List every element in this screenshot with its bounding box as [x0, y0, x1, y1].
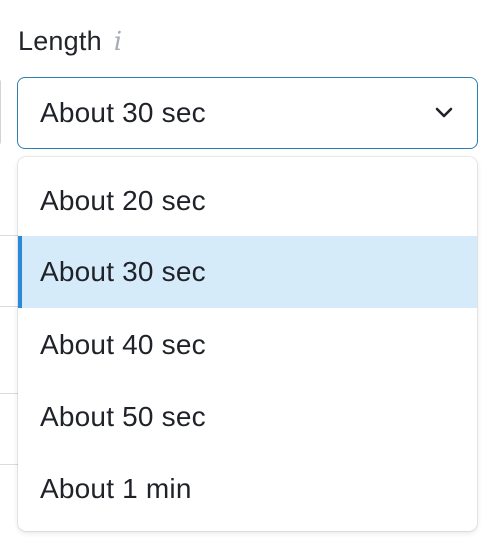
option-about-30-sec[interactable]: About 30 sec [18, 236, 477, 308]
chevron-down-icon [433, 102, 455, 124]
option-about-40-sec[interactable]: About 40 sec [18, 309, 477, 381]
option-about-1-min[interactable]: About 1 min [18, 453, 477, 525]
option-about-20-sec[interactable]: About 20 sec [18, 165, 477, 237]
background-divider [0, 393, 20, 394]
length-label: Length [18, 25, 102, 56]
length-select[interactable]: About 30 sec [17, 77, 478, 149]
info-icon[interactable]: i [114, 29, 122, 55]
length-field-header: Length i [18, 22, 122, 60]
background-divider [0, 306, 20, 307]
background-divider [0, 235, 20, 236]
option-about-50-sec[interactable]: About 50 sec [18, 381, 477, 453]
background-divider [0, 464, 20, 465]
length-select-value: About 30 sec [40, 97, 206, 128]
adjacent-field-edge [0, 77, 1, 147]
length-dropdown-menu: About 20 sec About 30 sec About 40 sec A… [18, 157, 477, 531]
